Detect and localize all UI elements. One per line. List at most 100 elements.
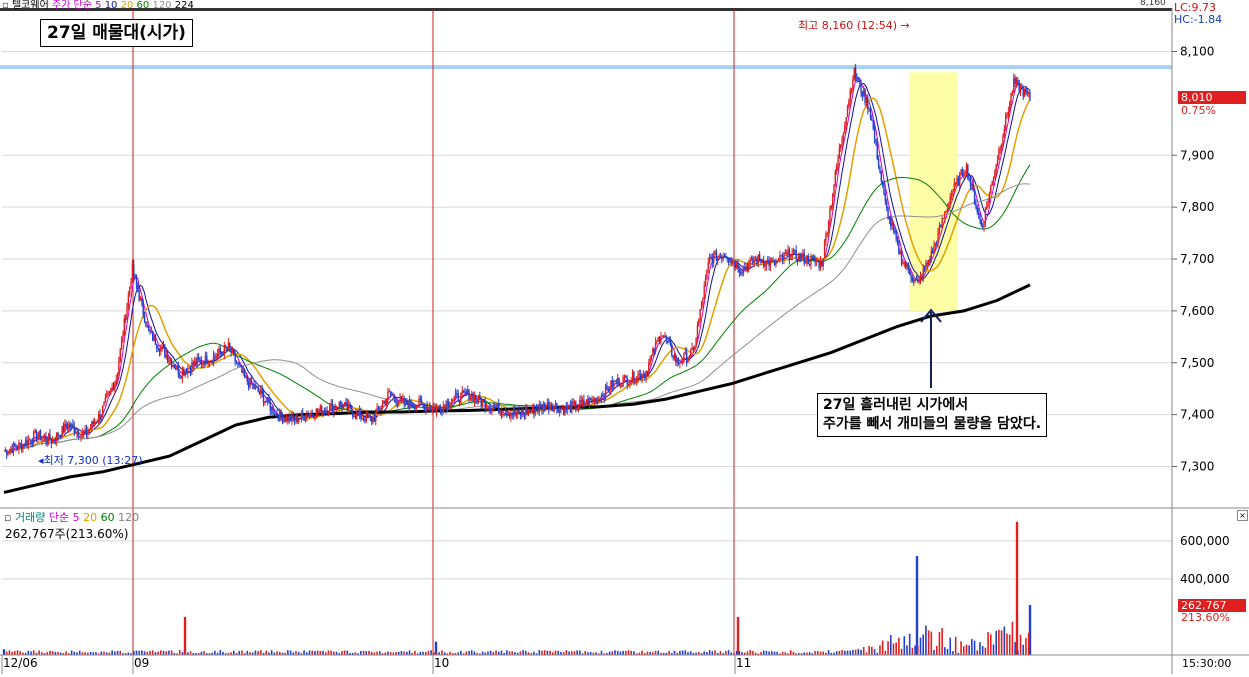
candle-body xyxy=(981,225,984,227)
candle-body xyxy=(994,172,996,179)
volume-bar xyxy=(868,645,870,655)
candle-body xyxy=(92,421,94,425)
candle-body xyxy=(734,263,737,268)
candle-body xyxy=(702,299,704,305)
volume-bar xyxy=(984,647,987,655)
candle-body xyxy=(350,406,353,413)
candle-body xyxy=(700,304,703,310)
volume-peak-bar xyxy=(1015,521,1019,655)
candle-body xyxy=(287,416,289,422)
volume-bar xyxy=(276,651,278,655)
candle-body xyxy=(85,428,88,435)
candle-body xyxy=(822,258,824,267)
candle-body xyxy=(799,253,801,260)
candle-body xyxy=(785,253,788,255)
candle-body xyxy=(749,259,751,264)
candle-body xyxy=(892,222,895,231)
volume-bar xyxy=(238,651,241,655)
candle-body xyxy=(300,412,303,419)
candle-body xyxy=(800,255,803,260)
candle-body xyxy=(203,362,205,366)
candle-body xyxy=(31,442,34,444)
volume-panel-toggle-icon[interactable]: × xyxy=(1237,510,1248,521)
candle-body xyxy=(372,418,374,423)
volume-bar xyxy=(78,650,81,655)
candle-body xyxy=(560,407,562,409)
candle-body xyxy=(471,394,473,397)
candle-body xyxy=(996,159,999,165)
volume-bar xyxy=(257,651,259,655)
candle-body xyxy=(977,212,980,214)
candle-body xyxy=(654,342,657,353)
candle-body xyxy=(840,144,842,148)
candle-body xyxy=(769,259,772,267)
volume-bar xyxy=(103,651,105,655)
volume-bar xyxy=(987,632,989,655)
candle-body xyxy=(91,421,93,428)
candle-body xyxy=(491,409,493,412)
legend-ma120: 120 xyxy=(152,0,172,11)
candle-body xyxy=(165,354,167,358)
candle-body xyxy=(900,251,903,264)
candle-body xyxy=(47,433,50,443)
candle-body xyxy=(999,148,1001,150)
candle-body xyxy=(162,345,165,348)
stock-chart[interactable]: 7,300 7,400 7,500 7,600 7,700 7,800 7,900 8,100… xyxy=(0,0,1249,674)
candle-body xyxy=(879,166,881,172)
candle-body xyxy=(219,348,221,353)
annotation-line-1: 27일 흘러내린 시가에서 xyxy=(823,397,969,413)
candle-body xyxy=(258,391,261,394)
candle-body xyxy=(814,258,816,263)
candle-body xyxy=(904,262,907,268)
candle-body xyxy=(239,364,242,366)
candle-body xyxy=(504,412,507,415)
candle-body xyxy=(368,415,370,417)
candle-body xyxy=(764,265,766,267)
candle-body xyxy=(252,384,254,386)
candle-body xyxy=(810,256,812,265)
candle-body xyxy=(745,266,747,270)
volume-bar xyxy=(871,646,873,655)
candle-body xyxy=(358,410,361,415)
volume-bar xyxy=(543,650,546,655)
candle-body xyxy=(530,410,532,412)
candle-body xyxy=(396,403,399,405)
volume-bar xyxy=(946,648,949,655)
volume-bar xyxy=(233,650,235,655)
candle-body xyxy=(934,243,937,246)
candle-body xyxy=(193,361,196,366)
candle-body xyxy=(316,409,319,413)
candle-body xyxy=(614,380,616,382)
candle-body xyxy=(6,449,8,455)
volume-bar xyxy=(241,650,243,655)
candle-body xyxy=(544,403,546,411)
candle-body xyxy=(576,407,578,410)
candle-body xyxy=(346,402,349,410)
candle-body xyxy=(62,425,65,433)
candle-body xyxy=(941,218,943,228)
candle-body xyxy=(691,347,693,351)
candle-body xyxy=(961,169,964,177)
candle-body xyxy=(638,373,641,375)
candle-body xyxy=(844,125,846,133)
candle-body xyxy=(687,357,689,363)
volume-bar xyxy=(538,650,541,655)
candle-body xyxy=(910,274,912,278)
volume-bar xyxy=(616,650,619,655)
candle-body xyxy=(338,402,340,409)
candle-body xyxy=(914,278,916,281)
candle-body xyxy=(414,407,416,410)
volume-tick-label: 600,000 xyxy=(1180,534,1230,548)
candle-body xyxy=(441,411,443,413)
candle-body xyxy=(915,278,918,281)
volume-bar xyxy=(387,651,389,655)
candle-body xyxy=(556,403,558,409)
candle-body xyxy=(20,443,23,450)
candle-body xyxy=(111,386,113,390)
candle-body xyxy=(649,358,651,364)
candle-body xyxy=(502,414,504,416)
volume-bar xyxy=(738,651,741,655)
chart-canvas[interactable]: 7,300 7,400 7,500 7,600 7,700 7,800 7,900 8,100… xyxy=(0,0,1249,674)
volume-bar xyxy=(873,649,876,655)
candle-body xyxy=(783,253,785,260)
